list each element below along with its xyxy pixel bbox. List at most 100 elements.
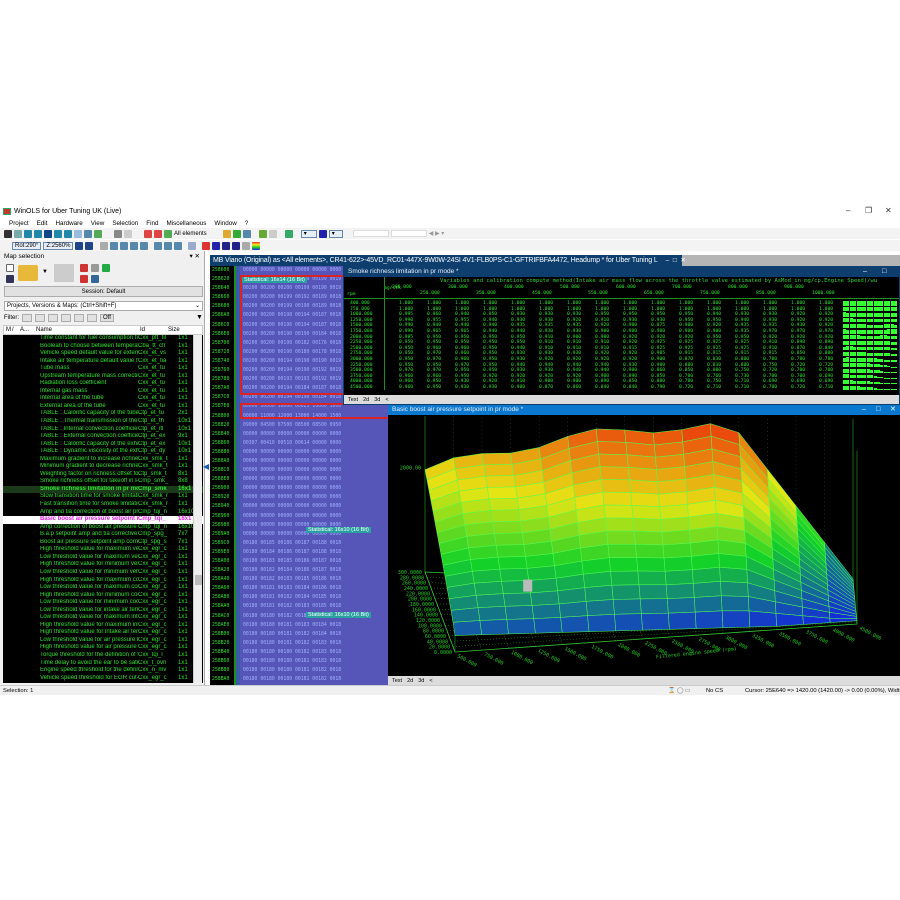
map-green-icon[interactable] (164, 229, 172, 238)
tab-scroll-left-icon[interactable]: < (429, 678, 432, 684)
map-list-item[interactable]: Maximum gradient to increase richness oC… (3, 456, 203, 464)
col-m[interactable]: M (4, 327, 12, 333)
hex-row[interactable]: 00180 00181 00182 00183 00185 0018 (240, 602, 390, 611)
menu-find[interactable]: Find (146, 220, 158, 227)
restore-icon[interactable]: ❐ (865, 206, 872, 215)
minimize-icon[interactable]: – (862, 405, 866, 415)
help-icon[interactable] (232, 229, 241, 238)
marker-icon[interactable] (222, 229, 231, 238)
ecu-icon[interactable] (258, 229, 267, 238)
hex-row[interactable]: 00000 00000 00000 00000 00000 0000 (240, 512, 390, 521)
panel-close-icon[interactable]: ▾ ✕ (189, 252, 200, 260)
zoom-spinner[interactable]: Z:2560% (43, 241, 74, 250)
map-list-item[interactable]: Low threshold value for intake air temp C… (3, 607, 203, 615)
col-icon-4[interactable] (140, 241, 149, 250)
hex-row[interactable]: 00180 00181 00182 00184 00185 0018 (240, 593, 390, 602)
tab-2d[interactable]: 2d (363, 397, 369, 403)
map-list-item[interactable]: TABLE : Dynamic viscosity of the exhaust… (3, 448, 203, 456)
map-list-item[interactable]: Boolean to choose between temperatu Cba_t… (3, 343, 203, 351)
sign-icon[interactable] (188, 241, 197, 250)
hex-row[interactable]: 00000 00000 00000 00000 00000 0000 (240, 493, 390, 502)
maximize-icon[interactable]: □ (876, 405, 880, 415)
filter-btn-4[interactable] (61, 314, 71, 322)
map-list-item[interactable]: Low threshold value for maximum vehic Cxx… (3, 554, 203, 562)
hex-row[interactable]: 00180 00182 00184 00186 00187 0018 (240, 566, 390, 575)
col-name[interactable]: Name (36, 327, 140, 333)
map-red2-icon[interactable] (154, 229, 162, 238)
edit-icon[interactable] (91, 264, 99, 272)
map-list-item[interactable]: Low threshold value for maximum intake Cx… (3, 614, 203, 622)
hex-row[interactable]: 00180 00184 00186 00187 00188 0018 (240, 548, 390, 557)
axis-icon[interactable] (100, 241, 109, 250)
rotation-spinner[interactable]: Rot:290° (12, 241, 42, 250)
hex-row[interactable]: 00000 00000 00000 00000 00000 0000 (240, 466, 390, 475)
filter-dropdown-icon[interactable]: ▼ (196, 314, 203, 321)
view-icon[interactable] (74, 229, 82, 238)
tab-3d[interactable]: 3d (418, 678, 424, 684)
menu-[interactable]: ? (245, 220, 249, 227)
col-icon-3[interactable] (130, 241, 139, 250)
map-list-item[interactable]: Time delay to avoid the ear to be saturi… (3, 660, 203, 668)
tab-text[interactable]: Text (392, 678, 402, 684)
map-list-item[interactable]: Radiation loss coefficient Cxx_et_tu 1x1 (3, 380, 203, 388)
col-slash[interactable]: / (12, 327, 20, 333)
menu-miscellaneous[interactable]: Miscellaneous (166, 220, 206, 227)
hex-row[interactable]: 00180 00180 00180 00181 00182 0018 (240, 666, 390, 675)
colormap-icon[interactable] (252, 241, 261, 250)
col-size[interactable]: Size (168, 327, 180, 333)
map-list-item[interactable]: Intake air temperature default value for… (3, 358, 203, 366)
map-list-item[interactable]: B.a.p setpoint amp and tia corrective fa… (3, 531, 203, 539)
delta-icon[interactable] (212, 241, 221, 250)
hex-row[interactable]: 09000 04500 07500 08500 08500 0950 (240, 421, 390, 430)
properties-icon[interactable] (91, 275, 99, 283)
hex-row[interactable]: 00000 00000 00000 00000 00000 0000 (240, 484, 390, 493)
value-input-2[interactable] (390, 230, 427, 237)
hex-row[interactable]: 00000 00000 00000 00000 00000 0000 (240, 475, 390, 484)
prev-icon[interactable] (34, 229, 42, 238)
3d-surface-plot[interactable]: 2000.00300.0000280.0000260.0000240.00002… (388, 416, 900, 677)
map-list-item[interactable]: Upstream temperature mass correction Cxx_… (3, 373, 203, 381)
hex-row[interactable]: 00000 00000 00000 00000 00000 0000 (240, 502, 390, 511)
map-list-item[interactable]: High threshold value for maximum vehic Cx… (3, 546, 203, 554)
save-icon[interactable] (94, 229, 102, 238)
hex-row[interactable]: 00180 00181 00183 00184 00186 0018 (240, 584, 390, 593)
hex-row[interactable]: 00180 00185 00186 00187 00188 0018 (240, 539, 390, 548)
map-list-item[interactable]: Basic boost air pressure setpoint in Cmp_… (3, 516, 203, 524)
map-list-item[interactable]: Slow transition time for smoke limitatio… (3, 493, 203, 501)
hex-row[interactable]: 00180 00180 00181 00183 00184 0018 (240, 621, 390, 630)
cursor-marker[interactable] (523, 579, 533, 592)
hex-row[interactable]: 00180 00180 00181 00182 00184 0018 (240, 630, 390, 639)
map-list-item[interactable]: Time constant for fuel consumption filte… (3, 335, 203, 343)
map-list-item[interactable]: Smoke richness offset for takeoff in PR … (3, 478, 203, 486)
hex-row[interactable]: 00180 00180 00180 00182 00183 0018 (240, 648, 390, 657)
map-list-item[interactable]: Internal gas mass Cxx_et_tu 1x1 (3, 388, 203, 396)
menu-project[interactable]: Project (9, 220, 29, 227)
map-list-item[interactable]: High threshold value for maximum coolanC… (3, 577, 203, 585)
map-list-item[interactable]: Low threshold value for minimum coolan Cx… (3, 599, 203, 607)
map-list-item[interactable]: Vehicle speed threshold for EGR cut-off C… (3, 675, 203, 683)
menu-selection[interactable]: Selection (112, 220, 138, 227)
col-icon-1[interactable] (110, 241, 119, 250)
filter-btn-5[interactable] (74, 314, 84, 322)
map-list-item[interactable]: Weighting factor on richness offset for … (3, 471, 203, 479)
open-folder-icon[interactable] (18, 265, 38, 281)
search-icon[interactable] (84, 229, 92, 238)
hex-row[interactable]: 00180 00183 00185 00186 00187 0018 (240, 557, 390, 566)
map-list-item[interactable]: High threshold value for intake air temp… (3, 629, 203, 637)
map-list-item[interactable]: Smoke richness limitation in pr mod Cmp_s… (3, 485, 203, 494)
hex-row[interactable]: 00307 00410 00510 00614 00000 0000 (240, 439, 390, 448)
tab-text[interactable]: Text (348, 397, 358, 403)
first-icon[interactable] (24, 229, 32, 238)
close-icon[interactable]: ✕ (885, 206, 892, 215)
map-list-item[interactable]: Minimum gradient to decrease richness cC… (3, 463, 203, 471)
ecu2-icon[interactable] (268, 229, 277, 238)
bits-icon[interactable] (174, 241, 183, 250)
scrollbar-thumb[interactable] (195, 575, 202, 585)
col-id[interactable]: Id (140, 327, 168, 333)
new-project-icon[interactable] (80, 264, 88, 272)
smoke-table[interactable]: Variables and calibration compute method… (344, 277, 899, 396)
map-list-item[interactable]: TABLE : Thermal transmission of the ext C… (3, 418, 203, 426)
context-help-icon[interactable] (242, 229, 251, 238)
map-list-item[interactable]: Tube mass Cxx_et_tu 1x1 (3, 365, 203, 373)
map-list-item[interactable]: Amp and tia correction of boost air pres… (3, 509, 203, 517)
